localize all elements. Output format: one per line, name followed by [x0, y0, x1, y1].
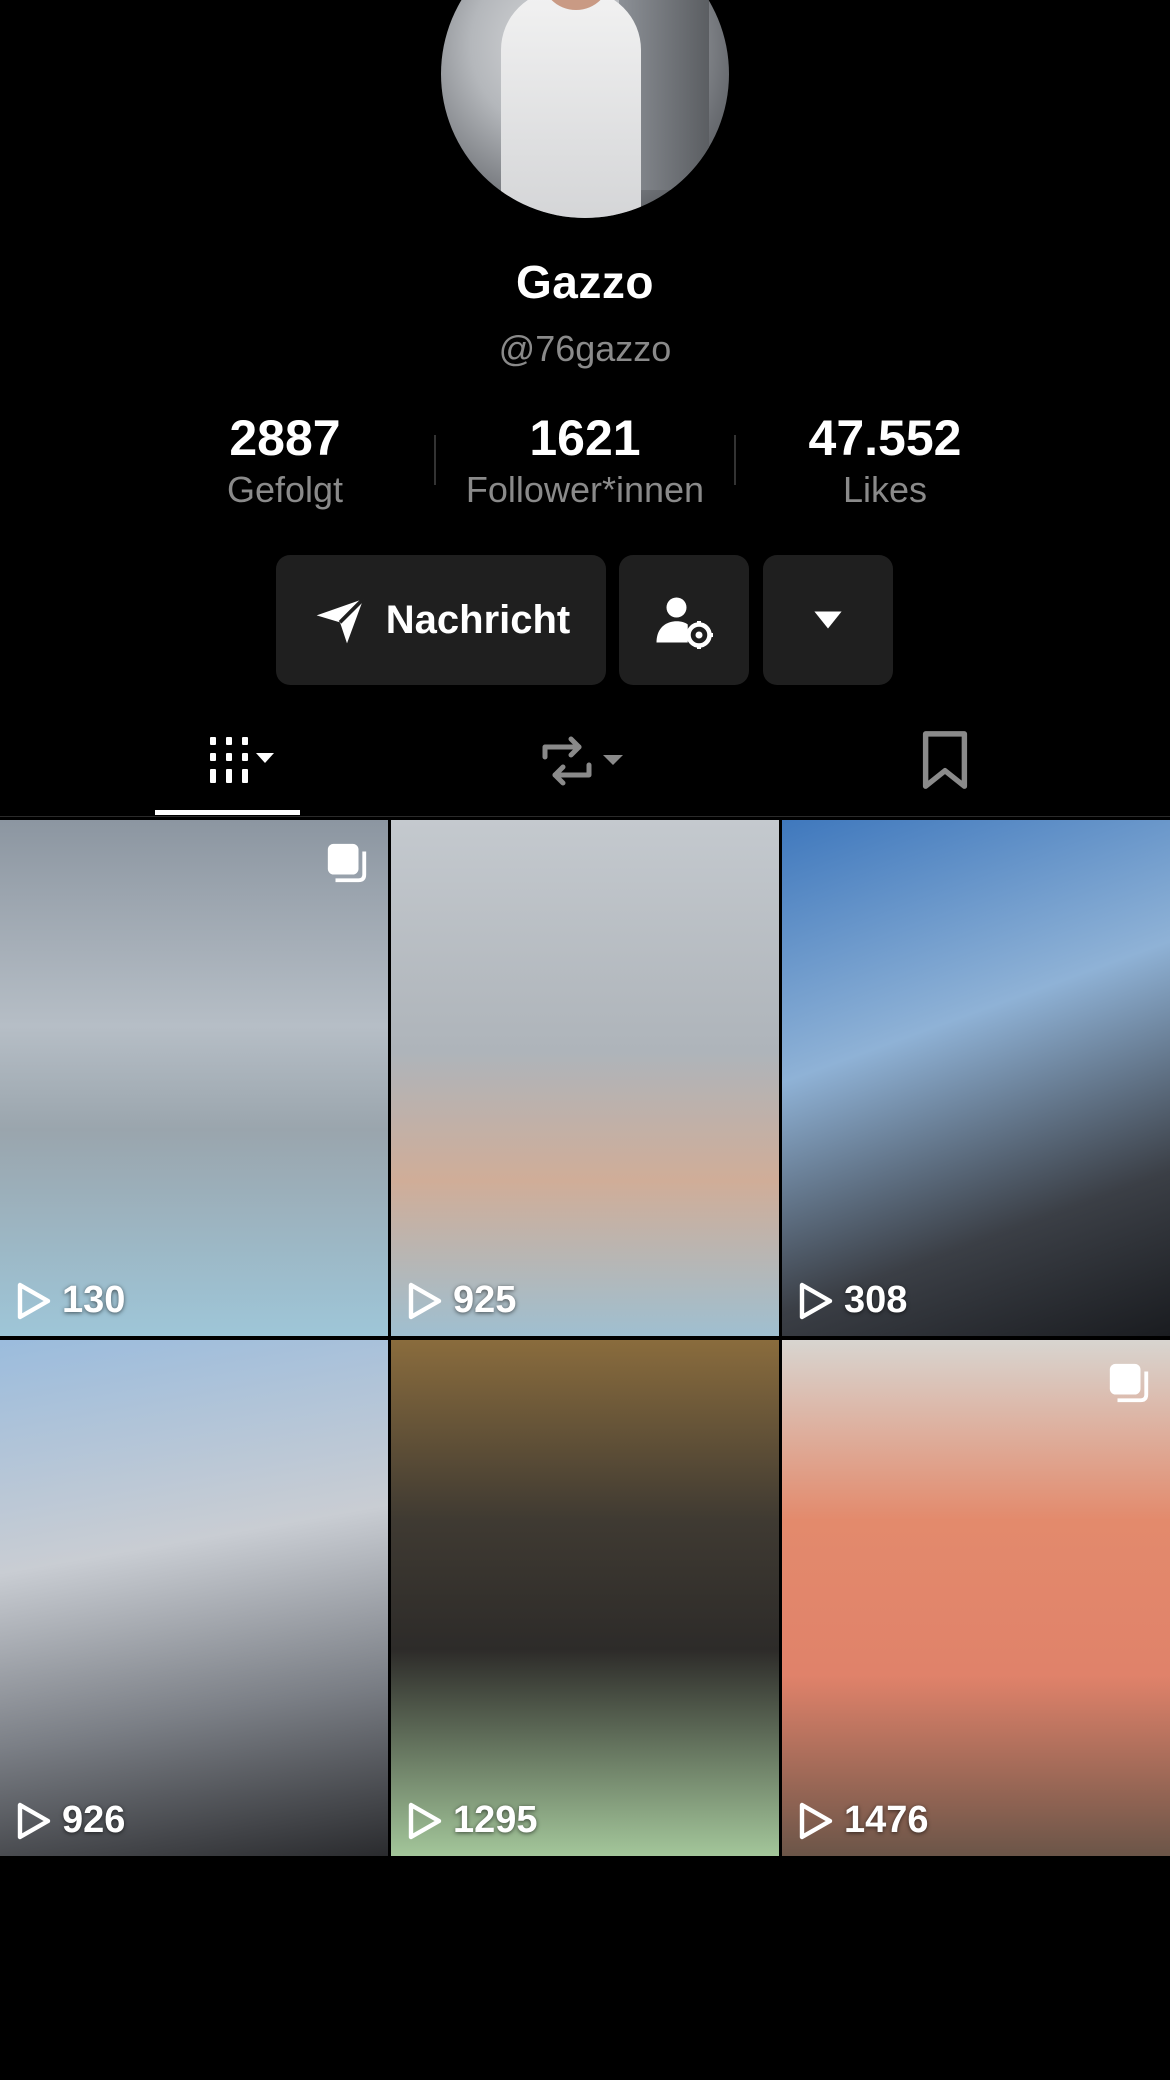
- video-tile[interactable]: 926: [0, 1340, 388, 1856]
- play-icon: [17, 1282, 51, 1319]
- likes-count: 47.552: [808, 410, 962, 466]
- friend-settings-button[interactable]: [619, 555, 749, 685]
- view-count: 925: [407, 1279, 516, 1322]
- followers-count: 1621: [529, 410, 641, 466]
- view-count-value: 925: [453, 1279, 517, 1321]
- bookmark-icon: [922, 731, 968, 789]
- caret-down-icon: [814, 611, 842, 629]
- profile-avatar[interactable]: [441, 0, 729, 218]
- following-count: 2887: [229, 410, 341, 466]
- send-icon: [316, 597, 365, 644]
- view-count: 1476: [798, 1799, 929, 1842]
- videos-grid-icon: [209, 737, 274, 783]
- content-tabs: [0, 705, 1170, 817]
- display-name: Gazzo: [516, 256, 654, 308]
- view-count: 926: [16, 1799, 125, 1842]
- play-icon: [17, 1802, 51, 1839]
- view-count-value: 926: [62, 1799, 126, 1841]
- stat-likes[interactable]: 47.552 Likes: [780, 408, 990, 512]
- view-count-value: 130: [62, 1279, 126, 1321]
- username-handle: @76gazzo: [498, 328, 672, 369]
- more-dropdown-button[interactable]: [763, 555, 893, 685]
- user-settings-icon: [656, 597, 714, 650]
- video-tile[interactable]: 1295: [391, 1340, 779, 1856]
- video-tile[interactable]: 308: [782, 820, 1170, 1336]
- following-label: Gefolgt: [226, 469, 344, 510]
- video-grid: 130 925 308 926 1295 1476: [0, 820, 1170, 1856]
- play-icon: [408, 1282, 442, 1319]
- multi-photo-icon: [1109, 1363, 1149, 1403]
- video-tile[interactable]: 925: [391, 820, 779, 1336]
- stat-following[interactable]: 2887 Gefolgt: [195, 408, 375, 512]
- tab-saved[interactable]: [900, 705, 990, 817]
- tab-videos[interactable]: [155, 705, 300, 817]
- play-icon: [799, 1282, 833, 1319]
- play-icon: [799, 1802, 833, 1839]
- view-count: 130: [16, 1279, 125, 1322]
- view-count-value: 308: [844, 1279, 908, 1321]
- multi-photo-icon: [327, 843, 367, 883]
- stat-divider: [434, 435, 436, 485]
- view-count: 1295: [407, 1799, 538, 1842]
- active-tab-indicator: [155, 810, 300, 815]
- stat-followers[interactable]: 1621 Follower*innen: [440, 408, 730, 512]
- stat-divider: [734, 435, 736, 485]
- view-count: 308: [798, 1279, 907, 1322]
- video-tile[interactable]: 130: [0, 820, 388, 1336]
- message-button-label: Nachricht: [385, 597, 571, 642]
- video-tile[interactable]: 1476: [782, 1340, 1170, 1856]
- profile-actions: Nachricht: [0, 555, 1170, 685]
- view-count-value: 1295: [453, 1799, 538, 1841]
- message-button[interactable]: Nachricht: [276, 555, 606, 685]
- play-icon: [408, 1802, 442, 1839]
- tab-reposts[interactable]: [520, 705, 650, 817]
- view-count-value: 1476: [844, 1799, 929, 1841]
- repost-icon: [542, 736, 623, 786]
- likes-label: Likes: [842, 469, 928, 510]
- avatar-person: [501, 0, 641, 218]
- followers-label: Follower*innen: [465, 469, 705, 510]
